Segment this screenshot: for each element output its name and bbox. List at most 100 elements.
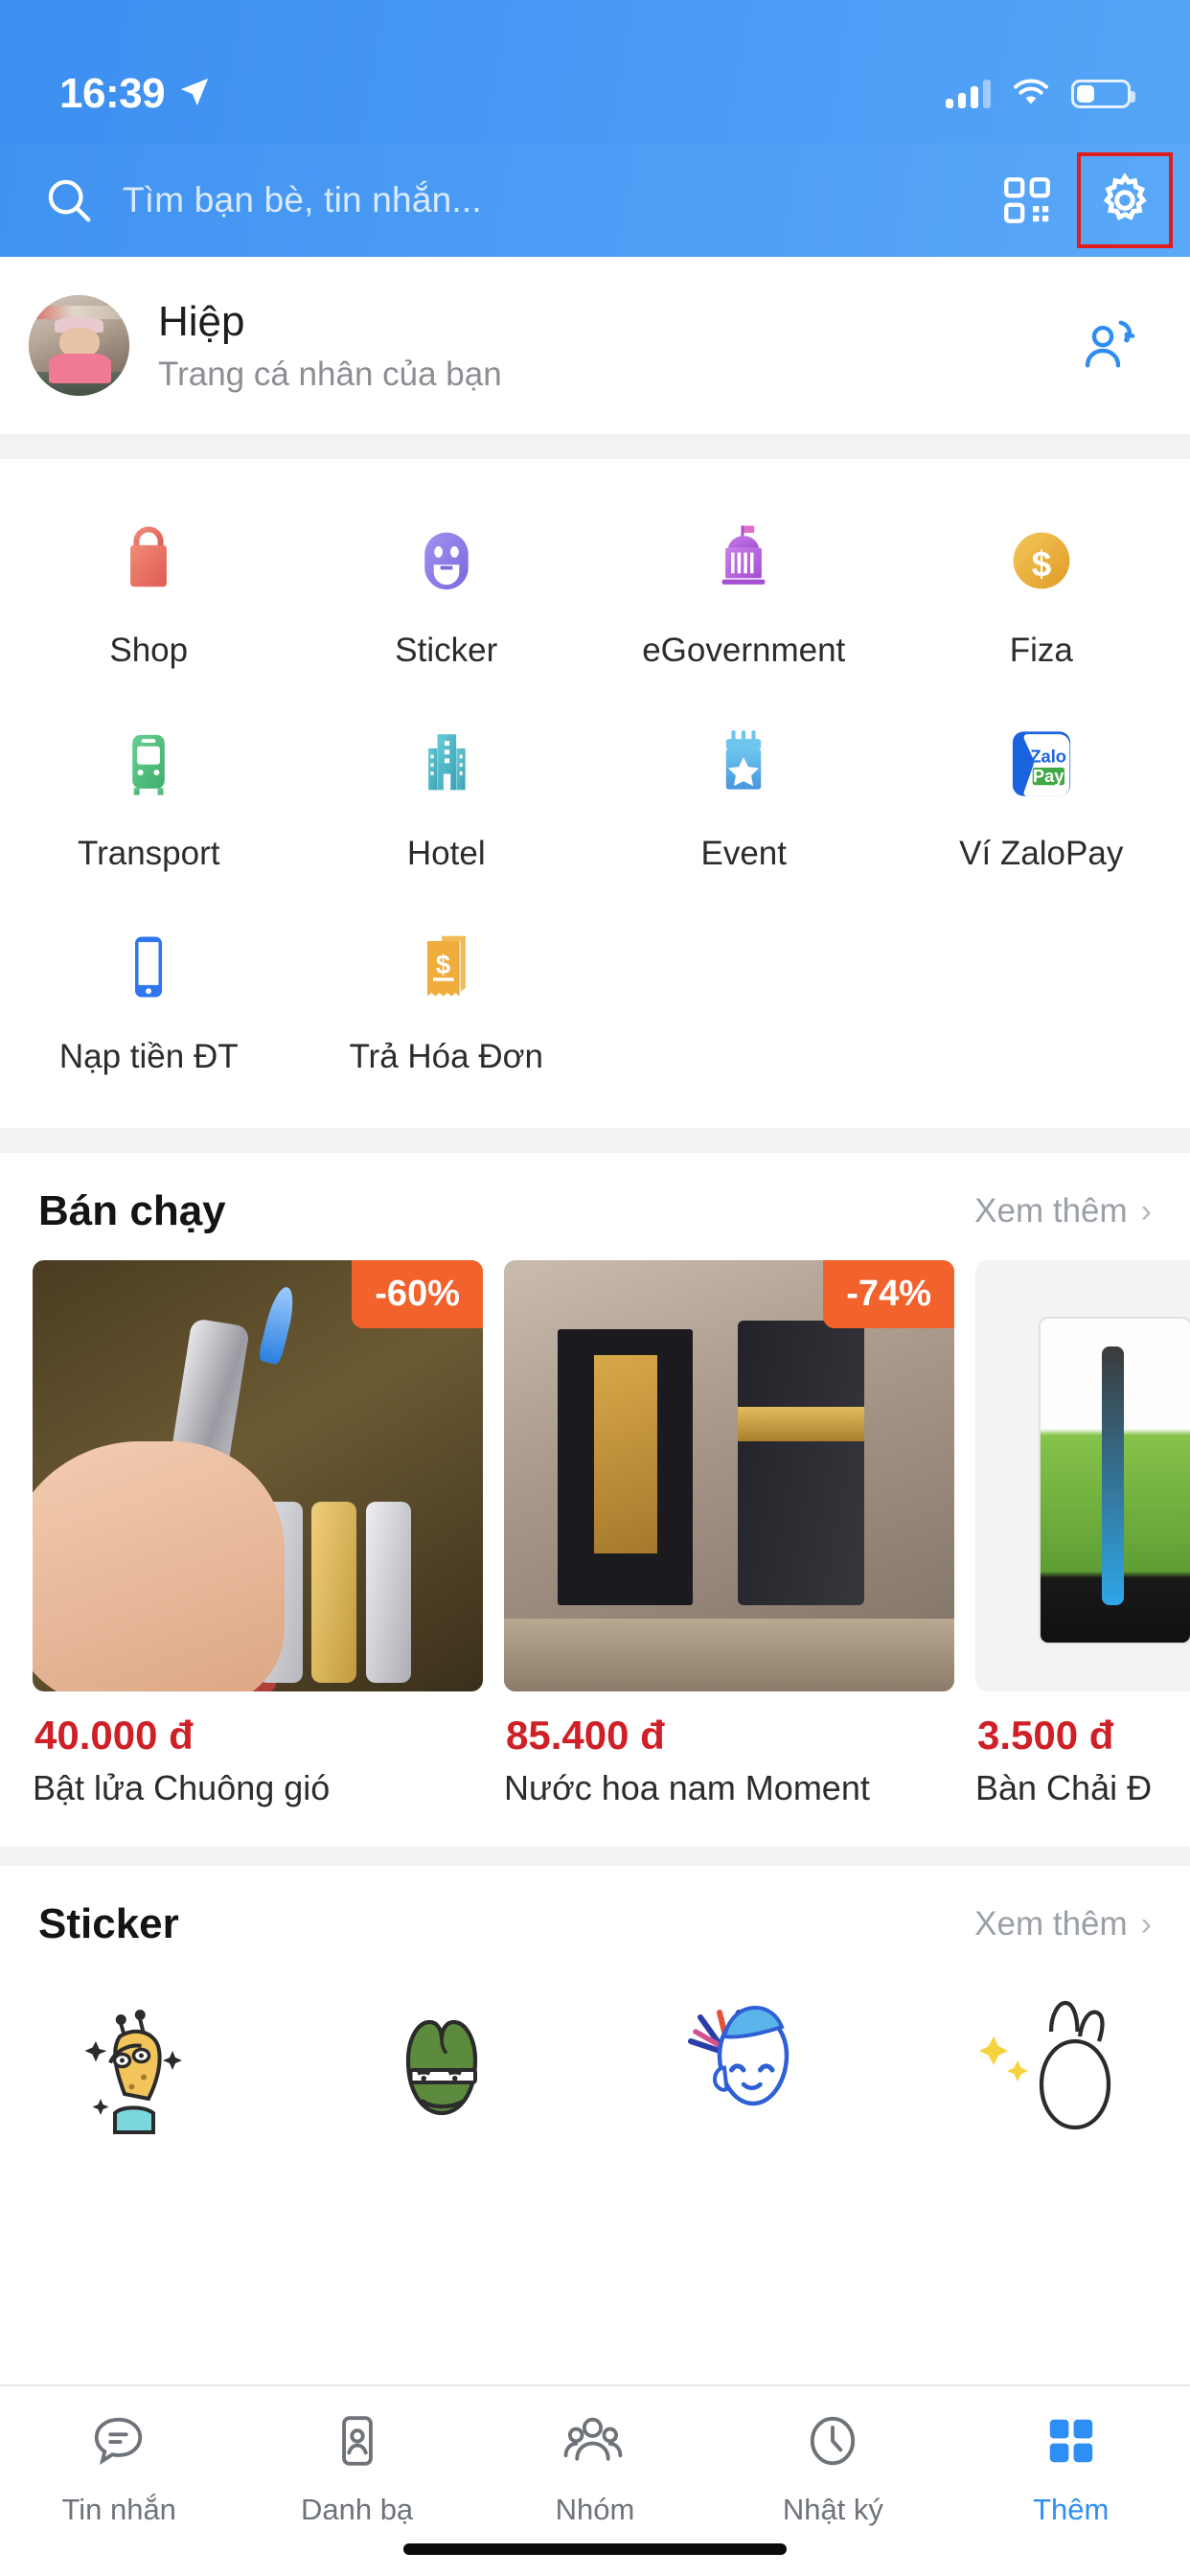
sticker-item[interactable] [595,1998,893,2136]
shop-bag-icon [103,515,195,607]
see-more-link[interactable]: Xem thêm › [974,1192,1152,1230]
see-more-link[interactable]: Xem thêm › [974,1905,1152,1944]
search-icon[interactable] [25,156,113,244]
rabbit-sticker [970,1998,1113,2136]
location-arrow-icon [178,76,211,113]
sticker-item[interactable] [893,1998,1190,2136]
shortcut-row-3: Nạp tiền ĐT $ Trả Hóa Đơn [0,898,1190,1101]
perfume-photo: -74% [504,1260,954,1691]
shortcut-egovernment[interactable]: eGovernment [595,492,893,695]
sticker-item[interactable] [0,1998,298,2136]
avatar[interactable] [29,295,129,396]
discount-badge: -74% [823,1260,954,1328]
svg-text:Zalo: Zalo [1030,747,1066,767]
product-card[interactable]: -60% 40.000 đ Bật lửa Chuông gió [33,1260,483,1808]
tab-them[interactable]: Thêm [952,2411,1190,2527]
group-people-icon [563,2411,627,2475]
best-selling-products[interactable]: -60% 40.000 đ Bật lửa Chuông gió -74% 85… [0,1260,1190,1808]
chevron-right-icon: › [1140,1905,1152,1943]
product-card[interactable]: -74% 85.400 đ Nước hoa nam Moment [504,1260,954,1808]
bus-icon [103,718,195,810]
shortcut-label: Ví ZaloPay [959,835,1124,872]
sticker-item[interactable] [298,1998,596,2136]
switch-account-icon[interactable] [1064,302,1152,390]
profile-text: Hiệp Trang cá nhân của bạn [158,298,1035,394]
svg-text:$: $ [436,950,450,979]
shortcut-row-1: Shop Sticker eGovernment $ Fiza [0,492,1190,695]
shortcut-label: Trả Hóa Đơn [349,1038,544,1075]
bottom-tab-bar: Tin nhắn Danh bạ Nhóm Nhật ký Thêm [0,2384,1190,2576]
qr-code-icon[interactable] [983,156,1071,244]
tab-nhom[interactable]: Nhóm [476,2411,714,2527]
section-divider [0,434,1190,459]
gear-icon[interactable] [1077,152,1173,248]
product-price: 3.500 đ [977,1713,1114,1758]
tab-label: Thêm [1033,2493,1110,2526]
shortcut-nap-tien-dt[interactable]: Nạp tiền ĐT [0,898,298,1101]
shortcut-vi-zalopay[interactable]: Zalo Pay Ví ZaloPay [893,695,1190,898]
shortcut-tra-hoa-don[interactable]: $ Trả Hóa Đơn [298,898,596,1101]
status-bar: 16:39 [0,0,1190,144]
see-more-label: Xem thêm [974,1192,1128,1230]
product-name: Bật lửa Chuông gió [33,1768,331,1807]
shortcut-shop[interactable]: Shop [0,492,298,695]
cellular-signal-icon [946,80,991,108]
profile-row[interactable]: Hiệp Trang cá nhân của bạn [0,257,1190,434]
tab-label: Nhóm [555,2493,635,2526]
tab-tin-nhan[interactable]: Tin nhắn [0,2411,238,2527]
clock-icon [803,2411,862,2475]
tab-label: Nhật ký [782,2493,883,2526]
shortcut-label: Transport [78,835,220,872]
mobile-phone-icon [103,921,195,1013]
tab-label: Danh bạ [300,2493,414,2526]
home-indicator [403,2543,787,2555]
status-bar-right [946,78,1135,111]
tab-label: Tin nhắn [61,2493,176,2526]
profile-name: Hiệp [158,297,245,345]
product-name: Nước hoa nam Moment [504,1768,870,1807]
shortcut-hotel[interactable]: Hotel [298,695,596,898]
product-card[interactable]: 3.500 đ Bàn Chải Đ [975,1260,1190,1808]
search-input[interactable]: Tìm bạn bè, tin nhắn... [123,180,973,220]
chevron-right-icon: › [1140,1192,1152,1230]
government-building-icon [698,515,790,607]
giraffe-sticker [77,1998,220,2136]
zalopay-logo-icon: Zalo Pay [995,718,1087,810]
shortcut-empty [595,898,893,1101]
lighter-photo: -60% [33,1260,483,1691]
shortcut-label: Sticker [395,632,498,669]
section-title: Bán chạy [38,1187,226,1234]
shortcut-label: Nạp tiền ĐT [58,1038,239,1075]
product-price: 85.400 đ [506,1713,665,1758]
sticker-list[interactable] [0,1973,1190,2136]
shortcut-label: Event [700,835,788,872]
chat-bubble-icon [89,2411,149,2475]
blue-cap-blob-sticker [672,1998,815,2136]
coin-dollar-icon: $ [995,515,1087,607]
tab-nhat-ky[interactable]: Nhật ký [714,2411,951,2527]
hotel-building-icon [400,718,492,810]
wifi-icon [1012,78,1050,111]
product-price: 40.000 đ [34,1713,194,1758]
section-title: Sticker [38,1900,179,1947]
search-bar: Tìm bạn bè, tin nhắn... [0,144,1190,257]
shortcut-row-2: Transport Hotel Event Zalo Pay Ví ZaloPa… [0,695,1190,898]
shortcut-label: Hotel [406,835,486,872]
discount-badge: -60% [352,1260,483,1328]
grid-squares-icon [1041,2411,1101,2475]
product-name: Bàn Chải Đ [975,1768,1153,1807]
frog-sticker [375,1998,518,2136]
shortcut-sticker[interactable]: Sticker [298,492,596,695]
toothbrush-photo [975,1260,1190,1691]
see-more-label: Xem thêm [974,1905,1128,1943]
shortcut-event[interactable]: Event [595,695,893,898]
shortcut-label: Shop [109,632,189,669]
status-time: 16:39 [59,70,166,117]
shortcut-transport[interactable]: Transport [0,695,298,898]
shortcut-fiza[interactable]: $ Fiza [893,492,1190,695]
shortcut-grid: Shop Sticker eGovernment $ Fiza Transpor… [0,459,1190,1128]
tab-danh-ba[interactable]: Danh bạ [238,2411,475,2527]
svg-text:Pay: Pay [1033,766,1064,786]
shortcut-label: eGovernment [642,632,846,669]
sticker-smiley-icon [400,515,492,607]
